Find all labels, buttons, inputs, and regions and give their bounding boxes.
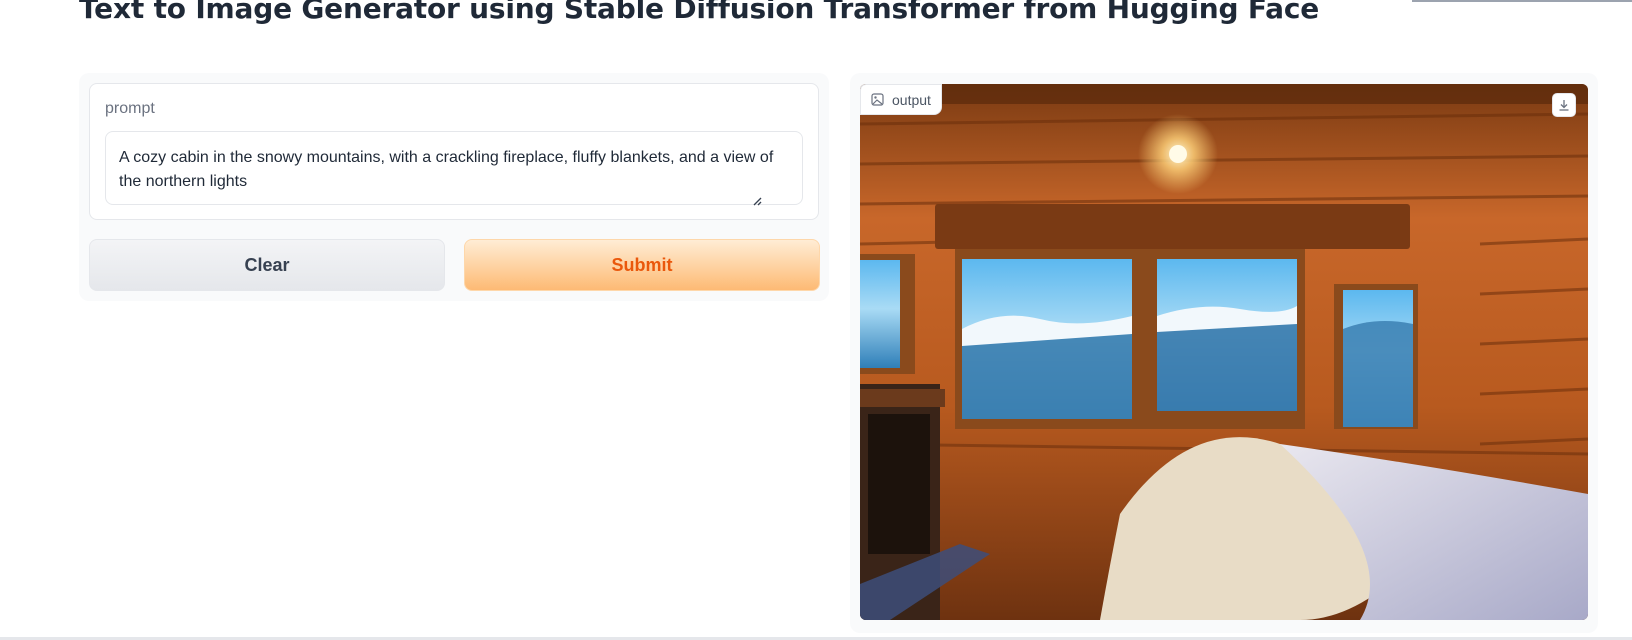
- prompt-block: prompt A cozy cabin in the snowy mountai…: [89, 83, 819, 220]
- download-button[interactable]: [1552, 93, 1576, 117]
- output-badge: output: [860, 84, 942, 115]
- image-icon: [871, 93, 884, 106]
- download-icon: [1559, 100, 1569, 111]
- prompt-label: prompt: [105, 100, 155, 117]
- cabin-bedroom-image: [860, 84, 1588, 620]
- output-panel: output: [850, 73, 1598, 633]
- output-image: [860, 84, 1588, 620]
- page-title: Text to Image Generator using Stable Dif…: [79, 0, 1320, 25]
- input-panel: prompt A cozy cabin in the snowy mountai…: [79, 73, 829, 301]
- window-edge: [1412, 0, 1632, 2]
- clear-button[interactable]: Clear: [89, 239, 445, 291]
- prompt-textarea[interactable]: A cozy cabin in the snowy mountains, wit…: [105, 131, 803, 205]
- output-label: output: [892, 91, 931, 108]
- submit-button[interactable]: Submit: [464, 239, 820, 291]
- resize-handle-icon[interactable]: [752, 196, 762, 206]
